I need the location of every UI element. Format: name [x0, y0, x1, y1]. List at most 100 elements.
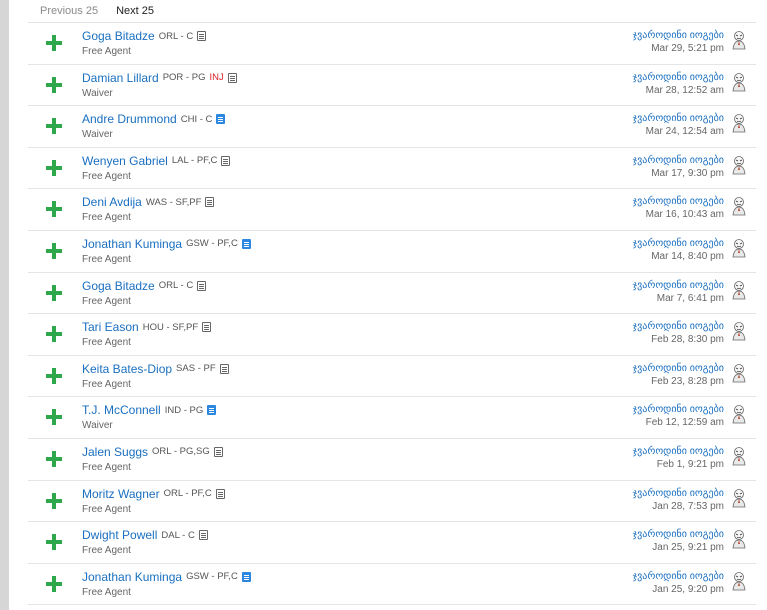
player-note-icon[interactable] — [198, 530, 208, 541]
manager-link[interactable]: ჯვაროდინი იოგები — [633, 571, 724, 582]
previous-page-link[interactable]: Previous 25 — [40, 5, 98, 17]
player-note-icon[interactable] — [241, 571, 251, 582]
player-info: T.J. McConnell IND - PG Waiver — [82, 403, 217, 431]
manager-avatar[interactable] — [730, 404, 748, 424]
manager-avatar[interactable] — [730, 280, 748, 300]
player-name-link[interactable]: Tari Eason — [82, 320, 139, 334]
player-note-icon[interactable] — [216, 114, 226, 125]
player-name-link[interactable]: Jonathan Kuminga — [82, 570, 182, 584]
transaction-row: Dwight Powell DAL - C Free Agent ჯვაროდი… — [28, 522, 756, 564]
player-info: Keita Bates-Diop SAS - PF Free Agent — [82, 362, 229, 390]
manager-avatar[interactable] — [730, 196, 748, 216]
transaction-source: Free Agent — [82, 295, 131, 307]
manager-avatar[interactable] — [730, 363, 748, 383]
player-name-link[interactable]: Jonathan Kuminga — [82, 237, 182, 251]
transaction-row: Goga Bitadze ORL - C Free Agent ჯვაროდინ… — [28, 23, 756, 65]
player-note-icon[interactable] — [241, 238, 251, 249]
player-team-position: LAL - PF,C — [171, 155, 218, 167]
manager-link[interactable]: ჯვაროდინი იოგები — [633, 72, 724, 83]
manager-avatar[interactable] — [730, 155, 748, 175]
manager-avatar[interactable] — [730, 238, 748, 258]
player-name-link[interactable]: Keita Bates-Diop — [82, 362, 172, 376]
player-note-icon[interactable] — [219, 363, 229, 374]
transaction-source: Free Agent — [82, 378, 131, 390]
player-name-link[interactable]: Dwight Powell — [82, 528, 157, 542]
player-note-icon[interactable] — [213, 446, 223, 457]
manager-link[interactable]: ჯვაროდინი იოგები — [633, 196, 724, 207]
add-transaction-icon — [46, 409, 62, 426]
add-transaction-icon — [46, 450, 62, 467]
next-page-link[interactable]: Next 25 — [116, 5, 154, 17]
player-note-icon[interactable] — [202, 322, 212, 333]
transaction-source: Free Agent — [82, 46, 131, 57]
add-transaction-icon — [46, 534, 62, 551]
transaction-source: Free Agent — [82, 461, 131, 473]
manager-link[interactable]: ჯვაროდინი იოგები — [633, 321, 724, 332]
manager-avatar[interactable] — [730, 488, 748, 508]
transaction-date: Jan 28, 7:53 pm — [652, 500, 724, 512]
player-note-icon[interactable] — [227, 72, 237, 83]
player-team-position: ORL - PG,SG — [152, 446, 210, 458]
player-note-icon[interactable] — [197, 31, 207, 41]
player-team-position: GSW - PF,C — [186, 571, 238, 583]
transaction-meta: ჯვაროდინი იოგები Mar 28, 12:52 am — [633, 72, 724, 96]
player-info: Wenyen Gabriel LAL - PF,C Free Agent — [82, 154, 231, 182]
transaction-source: Free Agent — [82, 212, 131, 224]
pagination: Previous 25 Next 25 — [28, 0, 756, 23]
player-team-position: HOU - SF,PF — [142, 321, 199, 333]
transaction-date: Feb 23, 8:28 pm — [651, 375, 724, 387]
transaction-date: Feb 1, 9:21 pm — [656, 458, 724, 470]
player-info: Jonathan Kuminga GSW - PF,C Free Agent — [82, 237, 251, 265]
transaction-meta: ჯვაროდინი იოგები Mar 24, 12:54 am — [633, 113, 724, 137]
transaction-date: Mar 29, 5:21 pm — [651, 43, 724, 54]
player-note-icon[interactable] — [205, 197, 215, 208]
transaction-date: Mar 14, 8:40 pm — [651, 250, 724, 262]
player-name-link[interactable]: Jalen Suggs — [82, 445, 148, 459]
manager-link[interactable]: ჯვაროდინი იოგები — [633, 280, 724, 291]
transaction-row: Tari Eason HOU - SF,PF Free Agent ჯვაროდ… — [28, 314, 756, 356]
player-name-link[interactable]: Moritz Wagner — [82, 487, 160, 501]
transaction-row: Jonathan Kuminga GSW - PF,C Free Agent ჯ… — [28, 564, 756, 606]
transaction-meta: ჯვაროდინი იოგები Jan 25, 9:21 pm — [633, 529, 724, 553]
add-transaction-icon — [46, 575, 62, 592]
player-note-icon[interactable] — [221, 155, 231, 166]
player-info: Goga Bitadze ORL - C Free Agent — [82, 29, 207, 57]
transaction-meta: ჯვაროდინი იოგები Mar 16, 10:43 am — [633, 196, 724, 220]
manager-avatar[interactable] — [730, 446, 748, 466]
manager-link[interactable]: ჯვაროდინი იოგები — [633, 488, 724, 499]
player-info: Tari Eason HOU - SF,PF Free Agent — [82, 320, 212, 348]
player-name-link[interactable]: Goga Bitadze — [82, 279, 155, 293]
add-transaction-icon — [46, 159, 62, 176]
manager-link[interactable]: ჯვაროდინი იოგები — [633, 155, 724, 166]
player-name-link[interactable]: Damian Lillard — [82, 71, 159, 85]
add-transaction-icon — [46, 76, 62, 93]
player-info: Jalen Suggs ORL - PG,SG Free Agent — [82, 445, 223, 473]
manager-avatar[interactable] — [730, 529, 748, 549]
transaction-date: Feb 28, 8:30 pm — [651, 334, 724, 346]
player-note-icon[interactable] — [207, 405, 217, 416]
manager-link[interactable]: ჯვაროდინი იოგები — [633, 529, 724, 540]
manager-link[interactable]: ჯვაროდინი იოგები — [633, 363, 724, 374]
manager-link[interactable]: ჯვაროდინი იოგები — [633, 238, 724, 249]
player-name-link[interactable]: Goga Bitadze — [82, 29, 155, 43]
player-name-link[interactable]: Wenyen Gabriel — [82, 154, 168, 168]
manager-avatar[interactable] — [730, 571, 748, 591]
manager-link[interactable]: ჯვაროდინი იოგები — [633, 30, 724, 41]
player-note-icon[interactable] — [215, 488, 225, 499]
manager-link[interactable]: ჯვაროდინი იოგები — [633, 404, 724, 415]
manager-avatar[interactable] — [730, 30, 748, 50]
manager-avatar[interactable] — [730, 321, 748, 341]
manager-avatar[interactable] — [730, 72, 748, 92]
manager-link[interactable]: ჯვაროდინი იოგები — [633, 446, 724, 457]
player-note-icon[interactable] — [197, 280, 207, 291]
player-team-position: SAS - PF — [176, 363, 216, 375]
player-name-link[interactable]: T.J. McConnell — [82, 403, 161, 417]
player-name-link[interactable]: Deni Avdija — [82, 195, 142, 209]
transaction-meta: ჯვაროდინი იოგები Jan 28, 7:53 pm — [633, 488, 724, 512]
add-transaction-icon — [46, 118, 62, 135]
transaction-source: Free Agent — [82, 503, 131, 515]
player-name-link[interactable]: Andre Drummond — [82, 112, 177, 126]
transaction-row: T.J. McConnell IND - PG Waiver ჯვაროდინი… — [28, 397, 756, 439]
manager-avatar[interactable] — [730, 113, 748, 133]
manager-link[interactable]: ჯვაროდინი იოგები — [633, 113, 724, 124]
